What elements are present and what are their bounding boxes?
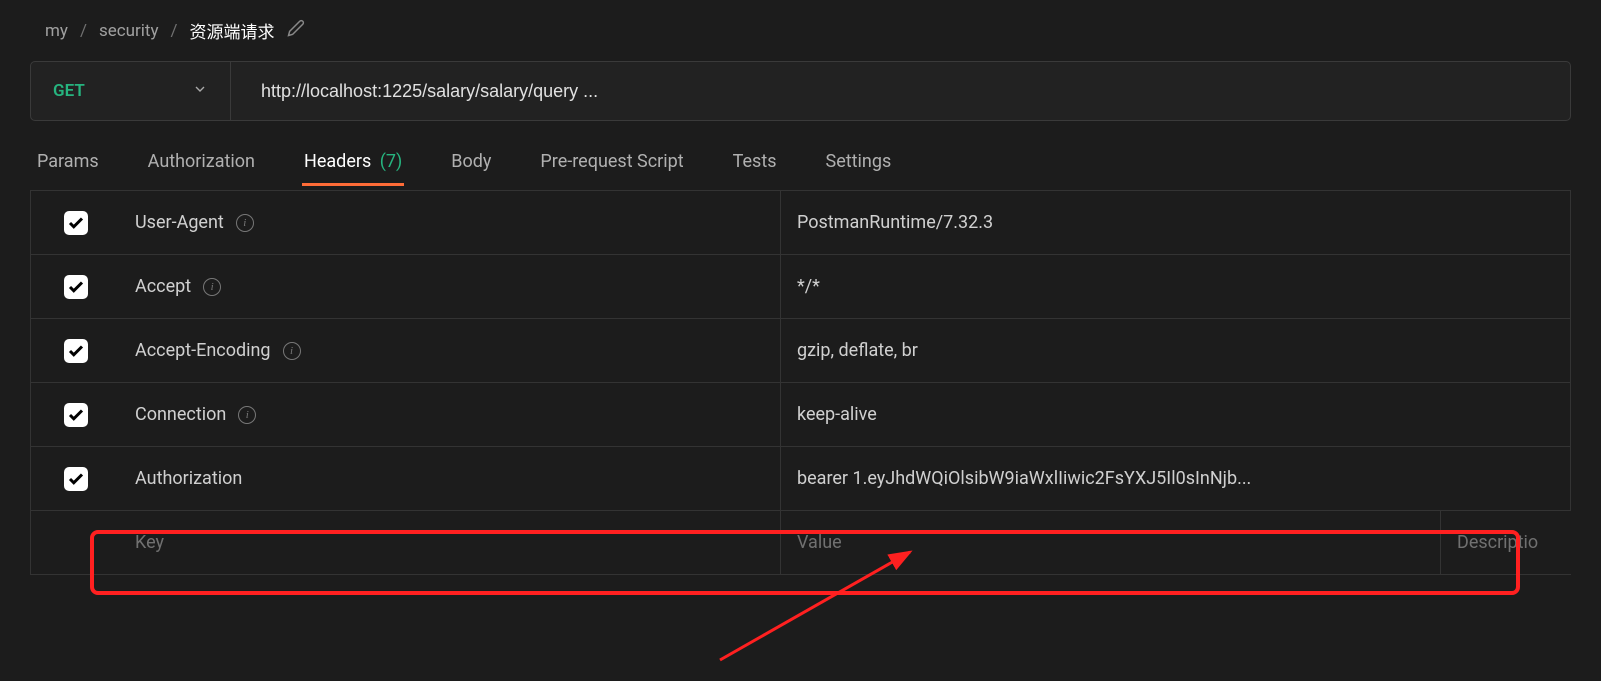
header-row: Connection i keep-alive — [31, 383, 1571, 447]
header-key-cell[interactable]: Connection i — [121, 383, 781, 446]
header-key-cell[interactable]: Authorization — [121, 447, 781, 510]
header-key: Accept — [135, 276, 191, 297]
checkbox[interactable] — [64, 275, 88, 299]
checkbox-cell — [31, 403, 121, 427]
breadcrumb-separator: / — [171, 21, 178, 41]
header-row: User-Agent i PostmanRuntime/7.32.3 — [31, 191, 1571, 255]
url-input[interactable] — [231, 62, 1570, 120]
info-icon[interactable]: i — [236, 214, 254, 232]
breadcrumb-item[interactable]: my — [45, 21, 68, 41]
checkbox[interactable] — [64, 339, 88, 363]
header-value-cell[interactable]: gzip, deflate, br — [781, 319, 1571, 382]
tab-headers[interactable]: Headers (7) — [302, 141, 404, 186]
method-label: GET — [53, 81, 85, 101]
tab-body[interactable]: Body — [449, 141, 493, 186]
tab-params[interactable]: Params — [35, 141, 101, 186]
tab-headers-label: Headers — [304, 151, 371, 172]
checkbox-cell — [31, 275, 121, 299]
info-icon[interactable]: i — [238, 406, 256, 424]
url-bar: GET — [30, 61, 1571, 121]
breadcrumb-separator: / — [80, 21, 87, 41]
checkbox[interactable] — [64, 211, 88, 235]
info-icon[interactable]: i — [283, 342, 301, 360]
request-tabs: Params Authorization Headers (7) Body Pr… — [0, 141, 1601, 186]
tab-authorization[interactable]: Authorization — [146, 141, 257, 186]
tab-pre-request-script[interactable]: Pre-request Script — [538, 141, 685, 186]
checkbox-cell — [31, 467, 121, 491]
description-input-placeholder[interactable]: Descriptio — [1441, 511, 1571, 574]
header-value-cell[interactable]: */* — [781, 255, 1571, 318]
headers-table: User-AgentiPostmanRuntime/7.32.3Accepti*… — [30, 190, 1571, 575]
info-icon[interactable]: i — [203, 278, 221, 296]
pencil-icon[interactable] — [287, 19, 305, 42]
tab-tests[interactable]: Tests — [731, 141, 779, 186]
chevron-down-icon — [192, 81, 208, 101]
header-key-cell[interactable]: Accept-Encoding i — [121, 319, 781, 382]
header-key: Authorization — [135, 468, 242, 489]
checkbox[interactable] — [64, 467, 88, 491]
header-key: Connection — [135, 404, 226, 425]
breadcrumb-current[interactable]: 资源端请求 — [190, 18, 275, 43]
breadcrumb-item[interactable]: security — [99, 21, 159, 41]
method-dropdown[interactable]: GET — [31, 62, 231, 120]
header-row: Accept-Encoding i gzip, deflate, br — [31, 319, 1571, 383]
header-value-cell[interactable]: bearer 1.eyJhdWQiOlsibW9iaWxlIiwic2FsYXJ… — [781, 447, 1571, 510]
checkbox-cell — [31, 211, 121, 235]
value-input-placeholder[interactable]: Value — [781, 511, 1441, 574]
header-value-cell[interactable]: PostmanRuntime/7.32.3 — [781, 191, 1571, 254]
key-input-placeholder[interactable]: Key — [121, 511, 781, 574]
tab-headers-count: (7) — [380, 151, 403, 172]
header-row: Accepti*/* — [31, 255, 1571, 319]
header-key: Accept-Encoding — [135, 340, 271, 361]
header-row: Authorization bearer 1.eyJhdWQiOlsibW9iaW… — [31, 447, 1571, 511]
header-key-cell[interactable]: Accepti — [121, 255, 781, 318]
header-key-cell[interactable]: User-Agent i — [121, 191, 781, 254]
tab-settings[interactable]: Settings — [824, 141, 894, 186]
checkbox[interactable] — [64, 403, 88, 427]
checkbox-cell — [31, 339, 121, 363]
headers-new-row[interactable]: Key Value Descriptio — [31, 511, 1571, 575]
header-key: User-Agent — [135, 212, 224, 233]
breadcrumb: my / security / 资源端请求 — [0, 0, 1601, 61]
header-value-cell[interactable]: keep-alive — [781, 383, 1571, 446]
